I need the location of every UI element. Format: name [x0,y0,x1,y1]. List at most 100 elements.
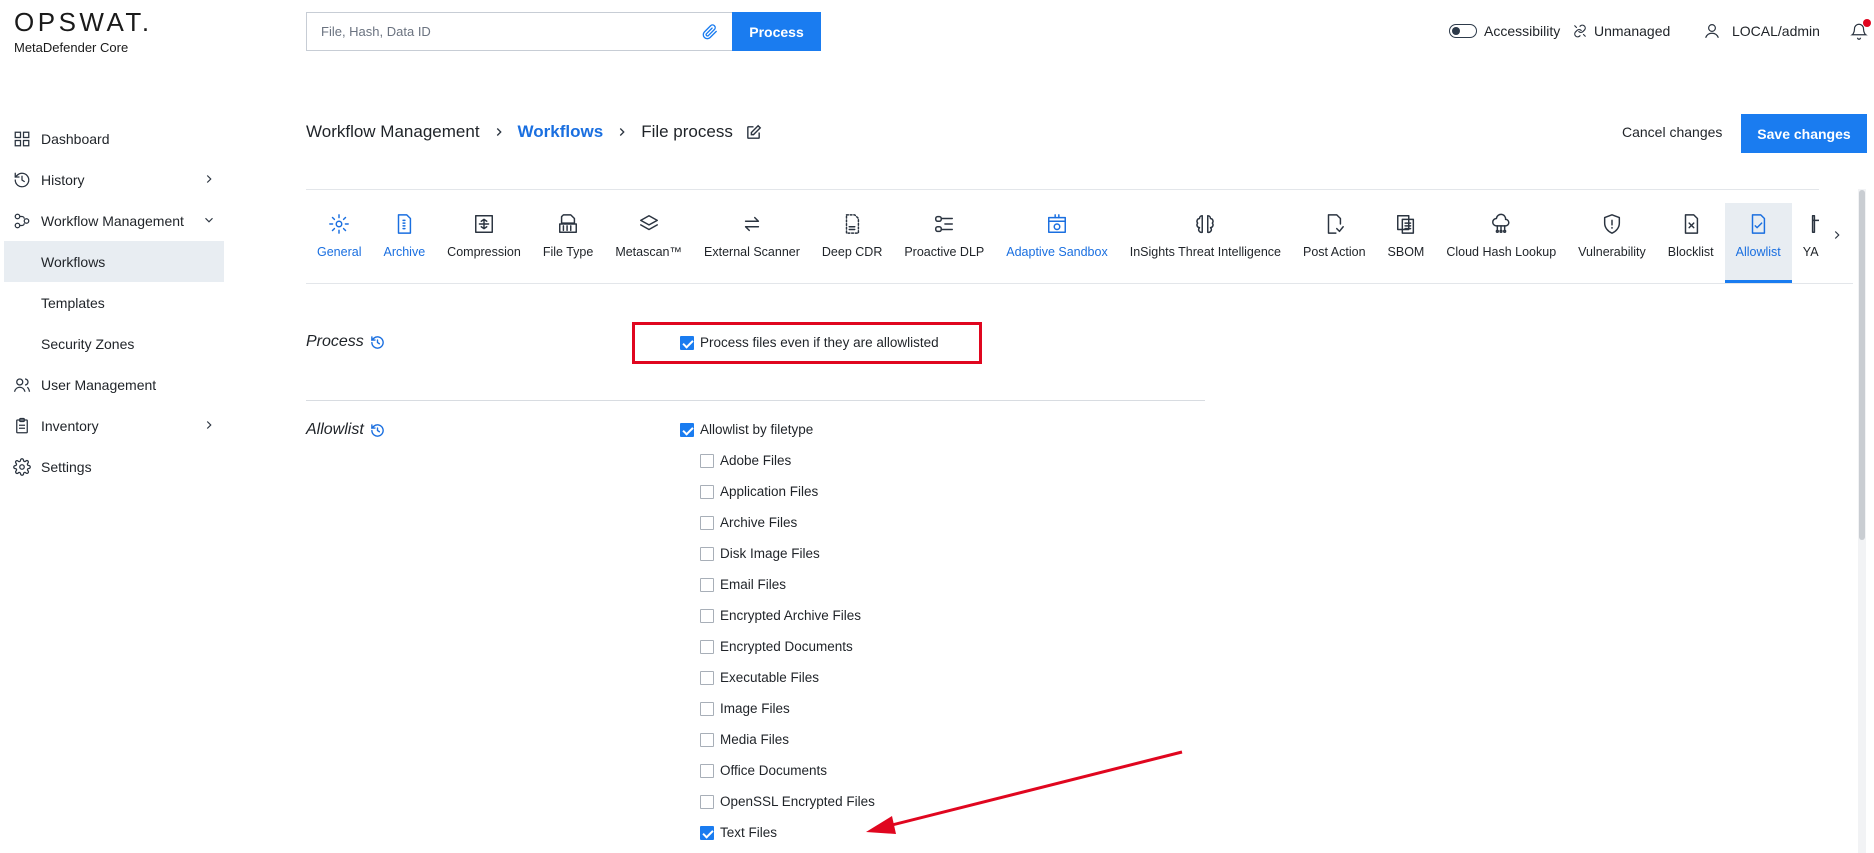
process-button[interactable]: Process [732,12,821,51]
reset-history-icon[interactable] [370,335,385,350]
checkbox-box[interactable] [680,335,694,350]
tab-vulnerability[interactable]: Vulnerability [1567,203,1657,283]
checkbox-box[interactable] [680,422,694,437]
tab-adaptive-sandbox[interactable]: Adaptive Sandbox [995,203,1118,283]
dlp-icon [935,215,954,233]
checkbox-label: Text Files [720,825,778,840]
accessibility-toggle[interactable]: Accessibility [1449,23,1560,39]
tab-insights-threat-intelligence[interactable]: InSights Threat Intelligence [1119,203,1292,283]
checkbox-box[interactable] [700,732,714,747]
breadcrumb-workflows-link[interactable]: Workflows [518,122,604,142]
filetype-checkbox-encrypted-archive-files[interactable]: Encrypted Archive Files [700,608,861,623]
tab-external-scanner[interactable]: External Scanner [693,203,811,283]
breadcrumb: Workflow Management Workflows File proce… [306,122,762,142]
workflow-icon [14,213,30,228]
allowlist-by-filetype-checkbox[interactable]: Allowlist by filetype [680,422,813,437]
sidebar-item-workflow-management[interactable]: Workflow Management [0,200,224,241]
notifications-button[interactable] [1850,19,1871,40]
tab-sbom[interactable]: SBOM [1377,203,1436,283]
tab-label: Deep CDR [821,245,883,259]
filetype-checkbox-adobe-files[interactable]: Adobe Files [700,453,791,468]
section-divider [306,400,1205,401]
checkbox-box[interactable] [700,639,714,654]
filetype-checkbox-text-files[interactable]: Text Files [700,825,777,840]
checkbox-label: Executable Files [720,670,820,685]
filetype-checkbox-email-files[interactable]: Email Files [700,577,786,592]
checkbox-label: Adobe Files [720,453,792,468]
filetype-checkbox-archive-files[interactable]: Archive Files [700,515,797,530]
scrollbar-thumb[interactable] [1859,190,1865,540]
save-changes-button[interactable]: Save changes [1741,114,1867,153]
gear-icon [13,457,31,476]
paperclip-icon[interactable] [702,24,718,40]
sidebar-item-user-management[interactable]: User Management [0,364,224,405]
filetype-checkbox-office-documents[interactable]: Office Documents [700,763,827,778]
cancel-changes-button[interactable]: Cancel changes [1622,124,1722,140]
sidebar-item-history[interactable]: History [0,159,224,200]
filetype-checkbox-executable-files[interactable]: Executable Files [700,670,819,685]
tab-compression[interactable]: Compression [436,203,532,283]
sidebar-subitem-workflows[interactable]: Workflows [4,241,224,282]
tab-label: Post Action [1302,245,1366,259]
breadcrumb-root[interactable]: Workflow Management [306,122,480,142]
checkbox-box[interactable] [700,701,714,716]
filetype-checkbox-disk-image-files[interactable]: Disk Image Files [700,546,820,561]
section-title-text: Allowlist [306,421,364,438]
tab-post-action[interactable]: Post Action [1292,203,1377,283]
user-menu[interactable]: LOCAL/admin [1703,22,1820,40]
checkbox-box[interactable] [700,763,714,778]
tab-deep-cdr[interactable]: Deep CDR [811,203,893,283]
checkbox-box[interactable] [700,577,714,592]
checkbox-box[interactable] [700,484,714,499]
filetype-checkbox-image-files[interactable]: Image Files [700,701,790,716]
sidebar-item-dashboard[interactable]: Dashboard [0,118,224,159]
tab-blocklist[interactable]: Blocklist [1657,203,1725,283]
checkbox-box[interactable] [700,453,714,468]
checkbox-box[interactable] [700,825,714,840]
tab-metascan[interactable]: Metascan™ [604,203,693,283]
tab-allowlist[interactable]: Allowlist [1724,203,1792,283]
logo[interactable]: OPSWAT. MetaDefender Core [14,9,214,55]
sidebar-item-settings[interactable]: Settings [0,446,224,487]
sidebar-item-inventory[interactable]: Inventory [0,405,224,446]
tab-proactive-dlp[interactable]: Proactive DLP [893,203,995,283]
tab-cloud-hash-lookup[interactable]: Cloud Hash Lookup [1435,203,1567,283]
tab-scroll-right-button[interactable] [1826,224,1848,246]
reset-history-icon[interactable] [370,423,385,438]
sidebar-subitem-security-zones[interactable]: Security Zones [0,323,224,364]
filetype-checkbox-openssl-encrypted-files[interactable]: OpenSSL Encrypted Files [700,794,875,809]
checkbox-box[interactable] [700,515,714,530]
tab-general[interactable]: General [306,203,372,283]
toggle-switch-icon[interactable] [1449,24,1477,38]
checkbox-box[interactable] [700,546,714,561]
unmanaged-status[interactable]: Unmanaged [1573,23,1670,39]
page-title: File process [641,122,733,141]
checkbox-label: Image Files [720,701,790,716]
search-input[interactable] [321,24,718,39]
checkbox-label: Office Documents [720,763,828,778]
checkbox-label: Media Files [720,732,790,747]
checkbox-label: Email Files [720,577,787,592]
checkbox-label: Disk Image Files [720,546,820,561]
filetype-checkbox-application-files[interactable]: Application Files [700,484,818,499]
process-allowlisted-checkbox[interactable]: Process files even if they are allowlist… [680,335,939,350]
sidebar-item-label: Inventory [41,417,99,434]
checkbox-box[interactable] [700,670,714,685]
tab-file-type[interactable]: File Type [532,203,605,283]
tab-label: Allowlist [1735,245,1781,259]
filetype-checkbox-encrypted-documents[interactable]: Encrypted Documents [700,639,853,654]
checkbox-label: Encrypted Documents [720,639,853,654]
tab-label: Blocklist [1667,245,1714,259]
sidebar-subitem-templates[interactable]: Templates [0,282,224,323]
tab-list: General Archive Compression File Type Metasc… [306,203,1819,283]
tab-yara[interactable]: YARA [1792,203,1819,283]
sidebar-item-label: Dashboard [41,130,110,147]
tab-archive[interactable]: Archive [372,203,436,283]
user-icon [1703,22,1721,40]
chevron-right-icon [492,125,506,139]
checkbox-box[interactable] [700,794,714,809]
edit-icon[interactable] [745,124,762,141]
filetype-checkbox-media-files[interactable]: Media Files [700,732,789,747]
allowlist-section-title: Allowlist [306,421,385,439]
checkbox-box[interactable] [700,608,714,623]
